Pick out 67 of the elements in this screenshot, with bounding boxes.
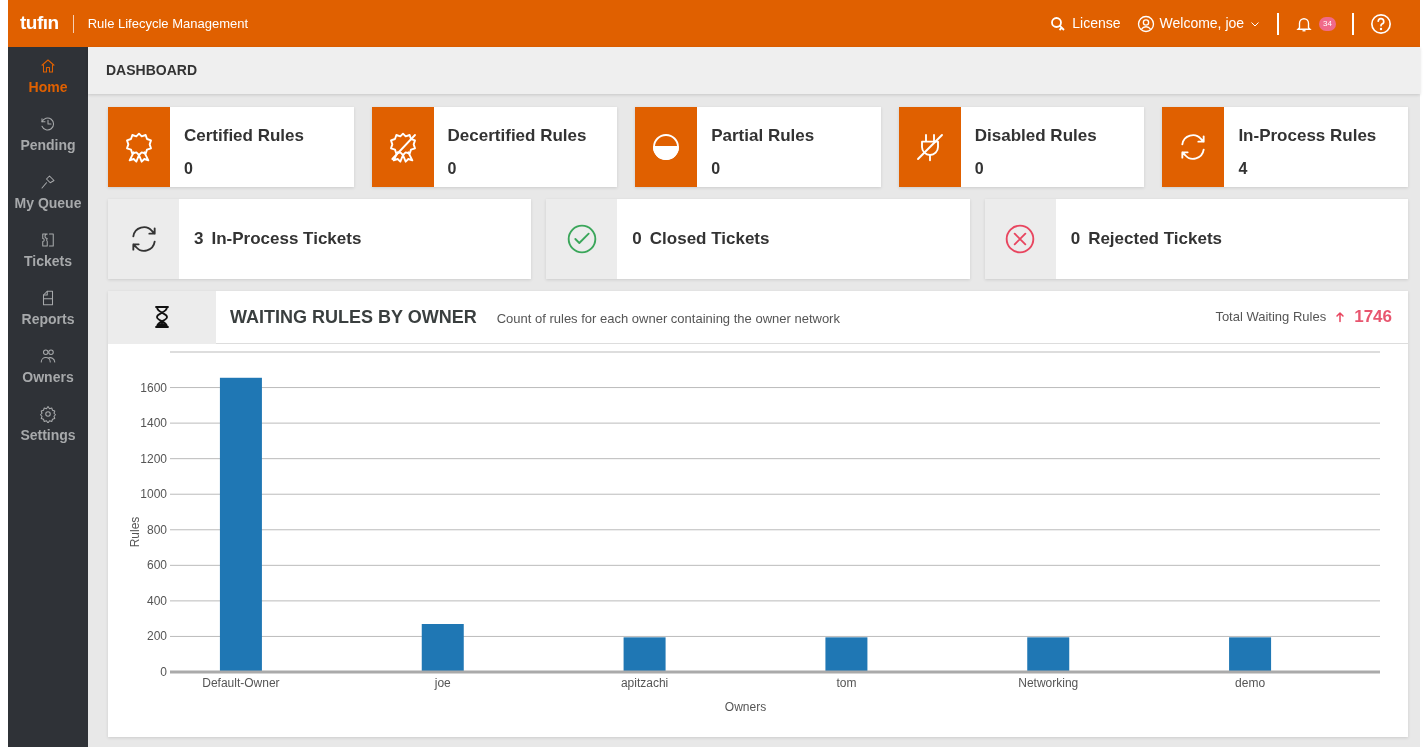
people-icon <box>39 347 57 365</box>
nav-item[interactable]: Settings <box>20 405 76 446</box>
y-tick-label: 1000 <box>140 487 167 502</box>
ticket-label: Rejected Tickets <box>1088 228 1222 251</box>
nav-item[interactable]: Tickets <box>24 231 72 272</box>
y-tick-label: 0 <box>160 665 167 679</box>
x-tick-label: apitzachi <box>620 676 669 690</box>
ticket-count: 0 <box>1070 228 1081 251</box>
bar <box>825 637 868 672</box>
y-axis-title: Rules <box>128 516 142 548</box>
up-arrow-icon <box>1334 310 1347 324</box>
license-link[interactable]: License <box>1049 13 1121 34</box>
award-icon <box>123 131 155 163</box>
clock-icon <box>39 115 57 133</box>
x-axis-title: Owners <box>724 700 767 714</box>
stat-label: Certified Rules <box>184 125 304 147</box>
cancel-icon <box>1004 223 1037 255</box>
logo: tufın <box>20 11 59 36</box>
settings-icon <box>39 405 57 423</box>
y-tick-label: 800 <box>146 522 167 537</box>
x-tick-label: Default-Owner <box>202 676 280 690</box>
y-tick-label: 1600 <box>140 380 167 395</box>
x-tick-label: Networking <box>1018 676 1079 690</box>
nav-item[interactable]: My Queue <box>14 173 82 214</box>
x-tick-label: joe <box>434 676 451 690</box>
y-tick-label: 400 <box>146 593 167 608</box>
bar <box>623 637 666 672</box>
panel-subtitle: Count of rules for each owner containing the owner network <box>496 310 840 329</box>
nav-item[interactable]: Owners <box>22 347 74 388</box>
ticket-label: In-Process Tickets <box>211 228 362 251</box>
total-label: Total Waiting Rules <box>1215 308 1327 327</box>
user-icon <box>1136 14 1155 33</box>
help-icon[interactable] <box>1370 12 1392 35</box>
pin-icon <box>39 173 57 191</box>
page-title: DASHBOARD <box>106 61 197 80</box>
stat-label: In-Process Rules <box>1238 125 1377 147</box>
nav-item[interactable]: Pending <box>20 115 76 156</box>
stat-label: Partial Rules <box>711 125 815 147</box>
x-tick-label: tom <box>836 676 857 690</box>
y-tick-label: 1400 <box>140 416 167 431</box>
ticket-count: 3 <box>194 228 204 251</box>
check-circle-icon <box>565 223 598 255</box>
app-title: Rule Lifecycle Management <box>87 14 249 33</box>
bar <box>421 624 464 672</box>
y-tick-label: 600 <box>146 558 167 573</box>
stat-value: 0 <box>711 158 722 179</box>
notifications-button[interactable]: 34 <box>1295 13 1336 34</box>
ticket-icon <box>39 231 57 249</box>
ticket-label: Closed Tickets <box>649 228 770 251</box>
ticket-count: 0 <box>632 228 642 251</box>
y-tick-label: 1200 <box>140 451 167 466</box>
stat-label: Decertified Rules <box>447 125 587 147</box>
user-menu[interactable]: Welcome, joe <box>1136 13 1262 34</box>
panel-title: WAITING RULES BY OWNER <box>230 305 477 329</box>
stat-value: 0 <box>184 158 194 179</box>
nav-item[interactable]: Reports <box>21 289 75 330</box>
nav-item[interactable]: Home <box>28 57 68 98</box>
total-value: 1746 <box>1354 306 1392 329</box>
stat-value: 4 <box>1238 158 1249 179</box>
home-icon <box>39 57 57 75</box>
stat-value: 0 <box>447 158 458 179</box>
stat-label: Disabled Rules <box>974 125 1097 147</box>
bar <box>1027 637 1070 672</box>
stat-value: 0 <box>974 158 985 179</box>
x-tick-label: demo <box>1235 676 1266 690</box>
y-tick-label: 200 <box>146 629 167 644</box>
bar <box>1229 637 1272 672</box>
